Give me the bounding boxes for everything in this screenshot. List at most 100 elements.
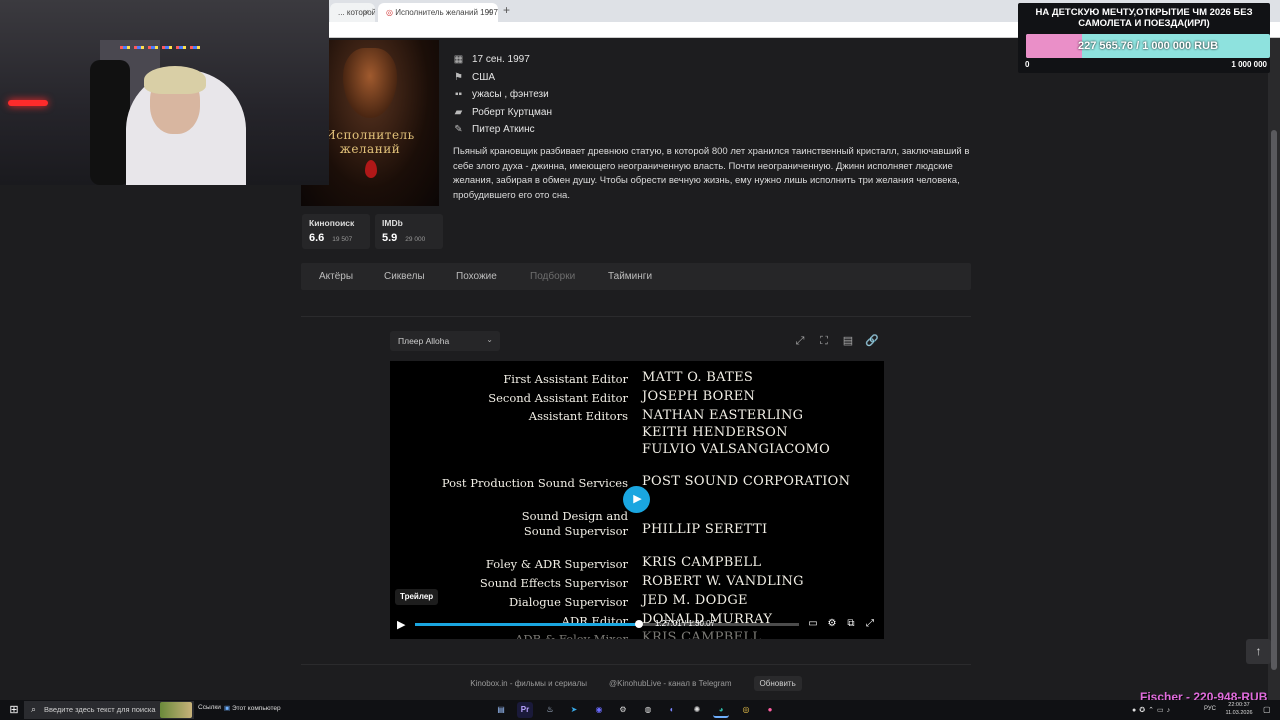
taskbar-clock[interactable]: 22:00:37 11.03.2026 [1219,701,1259,717]
donation-amount: 227 565.76 / 1 000 000 RUB [1077,40,1219,52]
obs-icon[interactable]: ◍ [640,702,656,718]
expand-icon[interactable]: ⤢ [792,333,808,349]
rating-imdb[interactable]: IMDb 5.9 29 000 [375,214,443,249]
tab-sequels[interactable]: Сиквелы [384,263,425,290]
fullscreen-icon[interactable]: ⛶ [816,333,832,349]
subtitles-icon[interactable]: ▭ [807,618,819,630]
close-icon[interactable]: × [487,7,492,17]
telegram-icon[interactable]: ➤ [566,702,582,718]
discord-icon[interactable]: ◐ [664,702,680,718]
credit-role: Sound Effects Supervisor [479,576,628,590]
play-icon[interactable]: ▶ [397,618,405,631]
taskbar-this-pc[interactable]: ▣ Этот компьютер [224,704,281,712]
file-explorer-icon[interactable]: ▤ [493,702,509,718]
webcam-streamer-hair [144,66,206,94]
scrollbar-thumb[interactable] [1271,130,1277,670]
browser-tab-active[interactable]: ◎ Исполнитель желаний 1997 — ф × [378,3,498,22]
pip-icon[interactable]: ⧉ [845,618,857,630]
site-favicon-icon: ◎ [386,8,396,17]
vpn-icon[interactable]: ◉ [591,702,607,718]
movie-description: Пьяный крановщик разбивает древнюю стату… [453,146,970,201]
credit-name: JOSEPH BOREN [642,389,756,404]
settings-gear-icon[interactable]: ⚙ [615,702,631,718]
taskbar-links[interactable]: Ссылки [198,704,221,711]
chatgpt-icon[interactable]: ✺ [689,702,705,718]
notification-icon[interactable]: ▢ [1263,705,1271,714]
credit-role: Foley & ADR Supervisor [485,557,628,571]
credit-name: NATHAN EASTERLING [642,408,804,423]
taskbar-this-pc-label: Этот компьютер [231,705,281,712]
trailer-badge: Трейлер [395,589,439,605]
rating-kinopoisk[interactable]: Кинопоиск 6.6 19 507 [302,214,370,249]
director[interactable]: Роберт Куртцман [472,107,552,118]
chrome-icon[interactable]: ◎ [738,702,754,718]
rating-source: IMDb [382,218,403,228]
grid-icon: ▪▪ [454,88,463,100]
link-icon[interactable]: 🔗 [864,333,880,349]
settings-gear-icon[interactable]: ⚙ [826,618,838,630]
taskbar-search-placeholder: Введите здесь текст для поиска [44,705,156,714]
tab-similar[interactable]: Похожие [456,263,497,290]
release-date-row: ▦ 17 сен. 1997 [453,51,530,67]
rating-count: 19 507 [332,236,353,243]
donation-progress-bar: 227 565.76 / 1 000 000 RUB [1026,34,1270,58]
genres-row: ▪▪ ужасы , фэнтези [453,86,549,102]
taskbar-date: 11.03.2026 [1225,710,1253,716]
calendar-icon: ▦ [453,53,464,65]
player-select-label: Плеер Alloha [398,336,450,346]
credit-role: Post Production Sound Services [441,476,628,490]
browser-tab[interactable]: ... которой п × [330,3,375,22]
tab-timings[interactable]: Тайминги [608,263,652,290]
credit-name: FULVIO VALSANGIACOMO [642,442,831,457]
poster-blood-drop [365,160,377,178]
rating-value: 5.9 [382,232,398,244]
play-button[interactable]: ▶ [623,486,650,513]
system-tray-icons[interactable]: ●✪⌃▭♪ [1132,706,1173,714]
webcam-neon-light [8,100,48,106]
country[interactable]: США [472,72,495,83]
credit-role: ADR Editor [561,614,628,628]
credit-name: KRIS CAMPBELL [642,555,762,570]
footer-telegram-link[interactable]: @KinohubLive - канал в Telegram [609,679,732,688]
edge-icon[interactable]: ◕ [713,702,729,718]
keyboard-language[interactable]: РУС [1204,706,1216,712]
donation-goal-title: НА ДЕТСКУЮ МЕЧТУ,ОТКРЫТИЕ ЧМ 2026 БЕЗ СА… [1035,7,1253,29]
taskbar-search-highlight-image [160,702,192,718]
fullscreen-icon[interactable]: ⤢ [864,618,876,630]
steam-icon[interactable]: ♨ [542,702,558,718]
scroll-to-top-button[interactable]: ↑ [1246,639,1271,664]
credit-name: POST SOUND CORPORATION [642,474,851,489]
credit-role: ADR & Foley Mixer [515,632,628,639]
poster-face [343,48,397,118]
comment-icon[interactable]: ▤ [840,333,856,349]
footer-site-link[interactable]: Kinobox.in - фильмы и сериалы [470,679,587,688]
divider [301,316,971,317]
credit-name: KEITH HENDERSON [642,425,788,440]
donation-max: 1 000 000 [1231,60,1267,69]
credit-name: ROBERT W. VANDLING [642,574,804,589]
writer[interactable]: Питер Аткинс [472,124,535,135]
credit-role: Sound Supervisor [523,524,628,538]
tab-actors[interactable]: Актёры [319,263,353,290]
donation-goal-widget: НА ДЕТСКУЮ МЕЧТУ,ОТКРЫТИЕ ЧМ 2026 БЕЗ СА… [1018,3,1270,73]
close-icon[interactable]: × [364,7,369,17]
progress-bar[interactable] [415,620,799,628]
credit-name: KRIS CAMPBELL [642,630,762,639]
windows-start-icon[interactable]: ⊞ [6,702,22,718]
premiere-icon[interactable]: Pr [517,702,533,718]
chevron-down-icon: ⌄ [486,335,493,344]
flag-icon: ⚑ [454,71,463,83]
divider [301,664,971,665]
search-icon: ⌕ [31,704,37,714]
release-date: 17 сен. 1997 [472,53,530,65]
rating-count: 29 000 [405,236,426,243]
player-select[interactable]: Плеер Alloha ⌄ [390,331,500,351]
genres[interactable]: ужасы , фэнтези [472,89,549,100]
tab-collections[interactable]: Подборки [530,263,575,290]
country-row: ⚑ США [453,69,495,85]
refresh-button[interactable]: Обновить [753,675,802,691]
new-tab-button[interactable]: + [503,3,510,17]
app-icon[interactable]: ● [762,702,778,718]
time-total: 1:30:07 [688,619,716,628]
donation-min: 0 [1025,60,1030,69]
